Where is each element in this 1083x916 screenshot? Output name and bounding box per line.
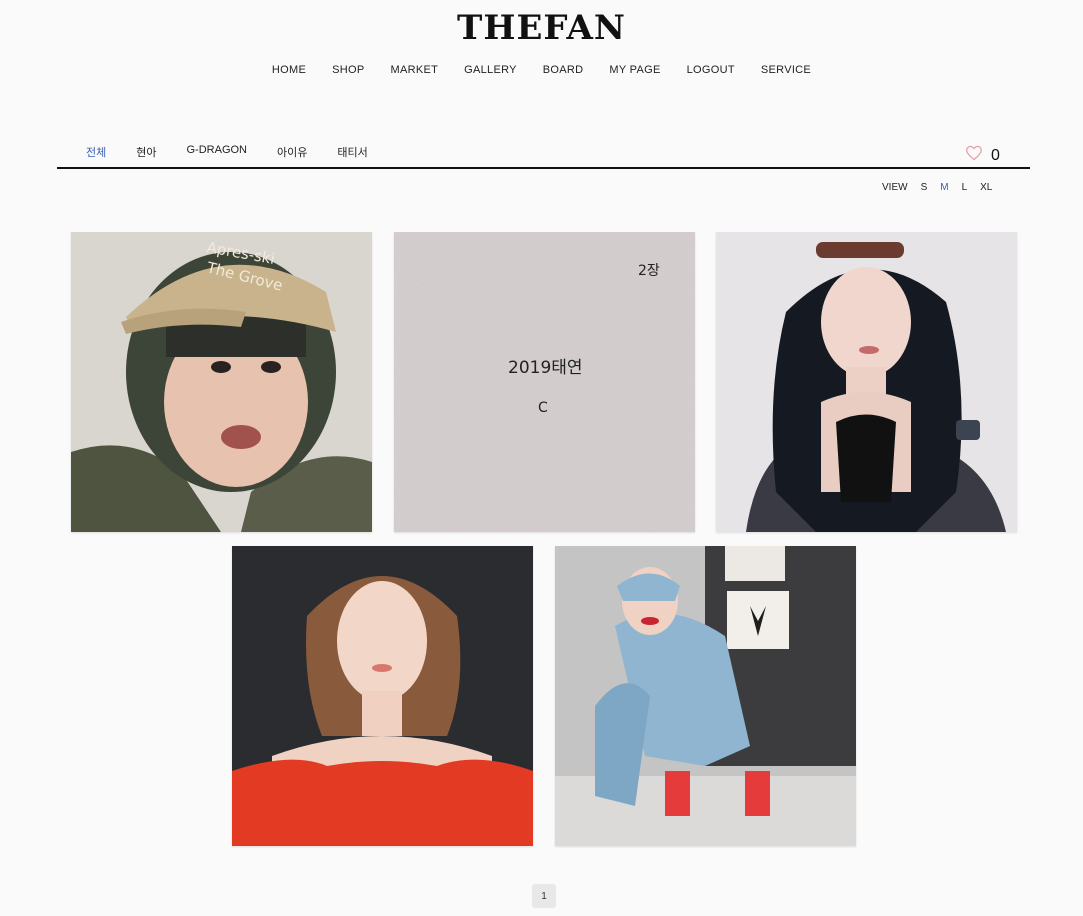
gallery-item-red-dress[interactable] [232, 546, 533, 846]
card-text-top: 2장 [638, 263, 660, 279]
gallery-item-denim-jacket[interactable] [555, 546, 856, 846]
view-size-xl[interactable]: XL [980, 182, 992, 193]
view-size-s[interactable]: S [921, 182, 928, 193]
view-size-l[interactable]: L [962, 182, 968, 193]
photo-image [555, 546, 856, 846]
photo-image [232, 546, 533, 846]
view-size-m[interactable]: M [940, 182, 948, 193]
like-counter[interactable]: 0 [965, 145, 1000, 166]
nav-service[interactable]: SERVICE [748, 64, 824, 76]
tab-hyuna[interactable]: 현아 [136, 144, 156, 160]
view-size-selector: VIEW S M L XL [882, 182, 1005, 193]
gallery-item-cap-girl[interactable]: Apres-ski The Grove [71, 232, 372, 532]
card-text-middle: 2019태연 [508, 358, 583, 378]
photo-image: Apres-ski The Grove [71, 232, 372, 532]
tab-all[interactable]: 전체 [86, 144, 106, 160]
nav-market[interactable]: MARKET [377, 64, 451, 76]
tab-taetiseo[interactable]: 태티서 [337, 144, 367, 160]
nav-gallery[interactable]: GALLERY [451, 64, 530, 76]
view-label: VIEW [882, 182, 908, 193]
tab-g-dragon[interactable]: G-DRAGON [187, 144, 248, 160]
like-count: 0 [991, 146, 1000, 164]
tab-divider [57, 167, 1030, 169]
nav-my-page[interactable]: MY PAGE [596, 64, 673, 76]
gallery-item-text-card[interactable]: 2장 2019태연 C [394, 232, 695, 532]
nav-home[interactable]: HOME [259, 64, 319, 76]
main-nav: HOME SHOP MARKET GALLERY BOARD MY PAGE L… [0, 64, 1083, 76]
nav-shop[interactable]: SHOP [319, 64, 377, 76]
nav-logout[interactable]: LOGOUT [674, 64, 748, 76]
photo-image [716, 232, 1017, 532]
gallery-item-black-hair[interactable] [716, 232, 1017, 532]
card-text-bottom: C [538, 400, 548, 416]
pagination-page-1[interactable]: 1 [532, 884, 556, 908]
tab-iu[interactable]: 아이유 [277, 144, 307, 160]
category-tabs: 전체 현아 G-DRAGON 아이유 태티서 [86, 144, 398, 160]
nav-board[interactable]: BOARD [530, 64, 597, 76]
heart-outline-icon[interactable] [965, 145, 983, 166]
site-logo[interactable]: THEFAN [0, 8, 1083, 48]
